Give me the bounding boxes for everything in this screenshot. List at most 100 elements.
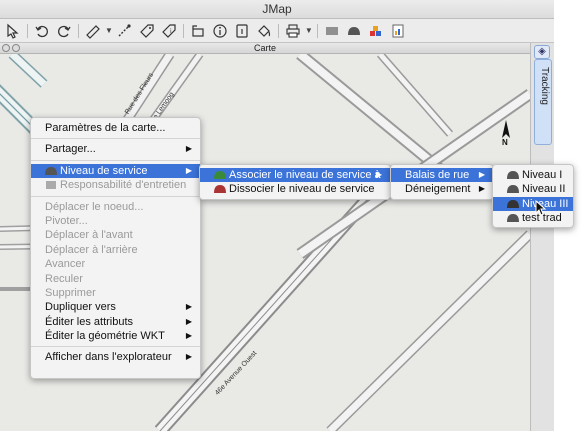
menu-item-test-trad[interactable]: test trad	[493, 211, 573, 225]
menu-item-label: Partager...	[45, 143, 96, 156]
menu-item-label: Niveau de service	[60, 164, 148, 177]
chevron-down-icon[interactable]: ▼	[105, 26, 113, 35]
submenu-arrow-icon: ▶	[478, 170, 485, 179]
frame-icon[interactable]	[189, 22, 207, 40]
dome-icon	[507, 171, 519, 179]
pin-icon[interactable]: ◈	[534, 45, 550, 59]
menu-item-show-in-explorer[interactable]: Afficher dans l'explorateur ▶	[31, 350, 200, 364]
chevron-down-icon[interactable]: ▼	[305, 26, 313, 35]
window-title: JMap	[262, 2, 292, 16]
undo-icon[interactable]	[33, 22, 51, 40]
dome-icon	[45, 166, 57, 175]
menu-item-send-to-back[interactable]: Déplacer à l'arrière	[31, 243, 200, 257]
map-panel-titlebar: Carte	[0, 43, 530, 54]
menu-item-label: Déplacer à l'avant	[45, 229, 133, 242]
menu-item-label: Déneigement	[405, 183, 471, 196]
info-icon[interactable]	[211, 22, 229, 40]
menu-item-label: Avancer	[45, 258, 86, 271]
menu-item-label: Éditer les attributs	[45, 315, 134, 328]
panel-title: Carte	[253, 43, 276, 53]
toolbar-separator	[78, 23, 79, 38]
submenu-arrow-icon: ▶	[185, 352, 192, 362]
menu-item-label: Paramètres de la carte...	[45, 122, 166, 134]
maintenance-icon	[46, 181, 56, 190]
menu-item-bring-to-front[interactable]: Déplacer à l'avant	[31, 228, 200, 242]
panel-minimize-button[interactable]	[12, 44, 20, 52]
menu-item-move-node[interactable]: Déplacer le noeud...	[31, 200, 200, 214]
menu-separator	[31, 346, 200, 348]
menu-item-street-sweeping[interactable]: Balais de rue ▶	[391, 168, 493, 183]
print-icon[interactable]	[284, 22, 302, 40]
menu-separator	[31, 138, 200, 140]
menu-item-label: Niveau I	[522, 169, 563, 181]
menu-item-label: Responsabilité d'entretien	[60, 179, 187, 192]
layers-icon[interactable]	[367, 22, 385, 40]
dome-icon	[507, 185, 519, 194]
toolbar-separator	[316, 23, 318, 38]
menu-item-forward[interactable]: Avancer	[31, 257, 200, 271]
submenu-arrow-icon: ▶	[185, 144, 192, 154]
dome-icon[interactable]	[345, 22, 363, 40]
menu-item-label: Reculer	[45, 272, 83, 285]
menu-item-label: Déplacer à l'arrière	[45, 243, 138, 256]
barcode-icon[interactable]	[323, 22, 341, 40]
submenu-levels: Niveau I Niveau II Niveau III test trad	[492, 164, 574, 228]
tracking-tab[interactable]: Tracking	[534, 59, 552, 145]
report-icon[interactable]	[389, 22, 407, 40]
menu-item-level-3[interactable]: Niveau III	[493, 196, 573, 212]
context-menu: Paramètres de la carte... Partager... ▶ N…	[30, 117, 201, 379]
ruler-icon[interactable]	[84, 22, 102, 40]
menu-item-label: Afficher dans l'explorateur	[45, 351, 172, 364]
menu-item-edit-wkt[interactable]: Éditer la géométrie WKT ▶	[31, 329, 200, 343]
dome-minus-icon	[214, 185, 226, 194]
document-icon[interactable]	[233, 22, 251, 40]
toolbar: ▼ i ▼	[0, 19, 554, 43]
menu-item-backward[interactable]: Reculer	[31, 272, 200, 286]
menu-item-service-level[interactable]: Niveau de service ▶	[31, 163, 200, 179]
window-titlebar: JMap	[0, 0, 554, 19]
menu-item-share[interactable]: Partager... ▶	[31, 142, 200, 156]
toolbar-separator	[27, 23, 28, 38]
menu-item-duplicate-to[interactable]: Dupliquer vers ▶	[31, 300, 200, 314]
mouse-cursor-icon	[535, 200, 547, 216]
panel-window-controls	[2, 44, 20, 52]
submenu-service-type: Balais de rue ▶ Déneigement ▶	[390, 164, 494, 200]
menu-item-label: Dupliquer vers	[45, 301, 116, 314]
info-tag-icon[interactable]: i	[160, 22, 178, 40]
side-dock: ◈ Tracking	[530, 43, 554, 431]
menu-item-level-1[interactable]: Niveau I	[493, 168, 573, 182]
menu-item-associate-service-level[interactable]: Associer le niveau de service à ▶	[200, 168, 390, 183]
menu-item-snow-removal[interactable]: Déneigement ▶	[391, 182, 493, 196]
menu-item-maintenance-responsibility[interactable]: Responsabilité d'entretien	[31, 178, 200, 192]
menu-item-label: Pivoter...	[45, 214, 88, 227]
menu-item-map-settings[interactable]: Paramètres de la carte...	[31, 121, 200, 135]
tag-icon[interactable]	[138, 22, 156, 40]
select-arrow-icon[interactable]	[4, 22, 22, 40]
submenu-arrow-icon: ▶	[185, 302, 192, 312]
submenu-arrow-icon: ▶	[185, 316, 192, 326]
menu-item-dissociate-service-level[interactable]: Dissocier le niveau de service	[200, 182, 390, 196]
tracking-tab-label: Tracking	[539, 67, 550, 105]
menu-item-level-2[interactable]: Niveau II	[493, 182, 573, 196]
menu-item-label: Dissocier le niveau de service	[229, 183, 375, 196]
menu-item-rotate[interactable]: Pivoter...	[31, 214, 200, 228]
menu-item-label: Déplacer le noeud...	[45, 200, 144, 213]
panel-close-button[interactable]	[2, 44, 10, 52]
menu-item-label: Balais de rue	[405, 169, 470, 181]
dome-icon	[507, 199, 519, 208]
submenu-arrow-icon: ▶	[375, 170, 382, 179]
redo-icon[interactable]	[55, 22, 73, 40]
menu-item-label: Supprimer	[45, 286, 96, 299]
submenu-arrow-icon: ▶	[478, 184, 485, 194]
submenu-arrow-icon: ▶	[185, 331, 192, 341]
menu-separator	[31, 195, 200, 197]
toolbar-separator	[182, 23, 184, 38]
north-label: N	[502, 138, 508, 147]
north-arrow: N	[497, 118, 515, 150]
dome-icon	[507, 214, 519, 223]
submenu-service-level: Associer le niveau de service à ▶ Dissoci…	[199, 164, 391, 200]
menu-item-edit-attributes[interactable]: Éditer les attributs ▶	[31, 315, 200, 329]
menu-item-delete[interactable]: Supprimer	[31, 286, 200, 300]
paint-bucket-icon[interactable]	[255, 22, 273, 40]
measure-icon[interactable]	[116, 22, 134, 40]
